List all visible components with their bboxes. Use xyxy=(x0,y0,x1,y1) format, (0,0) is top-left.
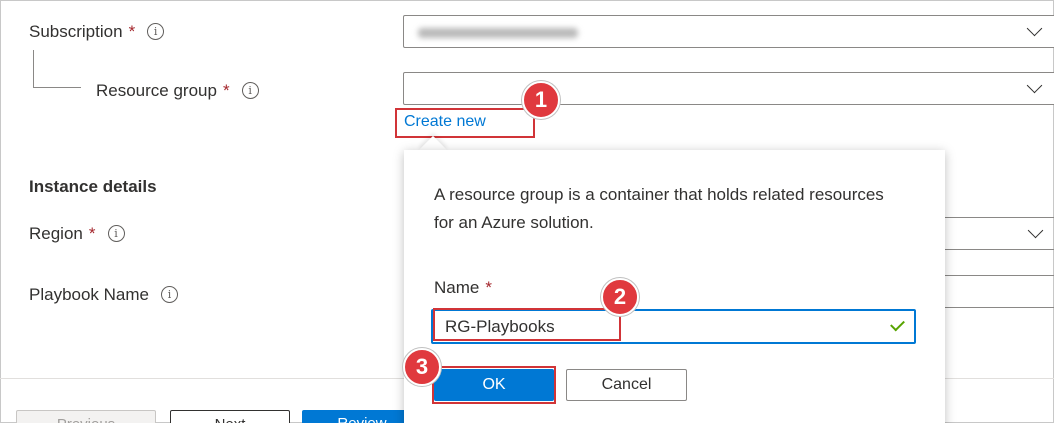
resource-group-label: Resource group xyxy=(96,81,217,100)
step-badge-3: 3 xyxy=(403,348,441,386)
required-marker: * xyxy=(128,22,136,41)
previous-button[interactable]: Previous xyxy=(16,410,156,423)
subscription-value-blurred xyxy=(418,28,578,38)
playbook-name-label-row: Playbook Name i xyxy=(29,285,179,305)
info-icon[interactable]: i xyxy=(107,225,125,242)
highlight-box-create-new xyxy=(395,108,535,138)
highlight-box-ok xyxy=(432,366,556,404)
subscription-label-row: Subscription * i xyxy=(29,22,165,42)
region-label-row: Region * i xyxy=(29,224,125,244)
name-label-row: Name * xyxy=(434,278,492,298)
tree-connector xyxy=(33,50,81,88)
playbook-name-label: Playbook Name xyxy=(29,285,150,304)
required-marker: * xyxy=(88,224,96,243)
chevron-down-icon xyxy=(1027,222,1044,239)
info-icon[interactable]: i xyxy=(241,82,259,99)
resource-group-label-row: Resource group * i xyxy=(96,81,259,101)
next-button[interactable]: Next xyxy=(170,410,290,423)
info-icon[interactable]: i xyxy=(147,23,165,40)
step-badge-2: 2 xyxy=(601,278,639,316)
subscription-label: Subscription xyxy=(29,22,123,41)
region-label: Region xyxy=(29,224,83,243)
step-badge-1: 1 xyxy=(522,81,560,119)
info-icon[interactable]: i xyxy=(161,286,179,303)
popover-description: A resource group is a container that hol… xyxy=(434,185,884,232)
subscription-select[interactable] xyxy=(403,15,1054,48)
highlight-box-name xyxy=(433,308,621,341)
checkmark-icon xyxy=(890,316,905,332)
required-marker: * xyxy=(485,278,492,297)
instance-details-heading: Instance details xyxy=(29,177,157,196)
chevron-down-icon xyxy=(1026,20,1043,37)
playbook-name-input[interactable] xyxy=(944,275,1054,308)
resource-group-select[interactable] xyxy=(403,72,1054,105)
cancel-button[interactable]: Cancel xyxy=(566,369,687,401)
region-select[interactable] xyxy=(944,217,1054,250)
required-marker: * xyxy=(222,81,230,100)
chevron-down-icon xyxy=(1026,77,1043,94)
name-label: Name xyxy=(434,278,480,297)
